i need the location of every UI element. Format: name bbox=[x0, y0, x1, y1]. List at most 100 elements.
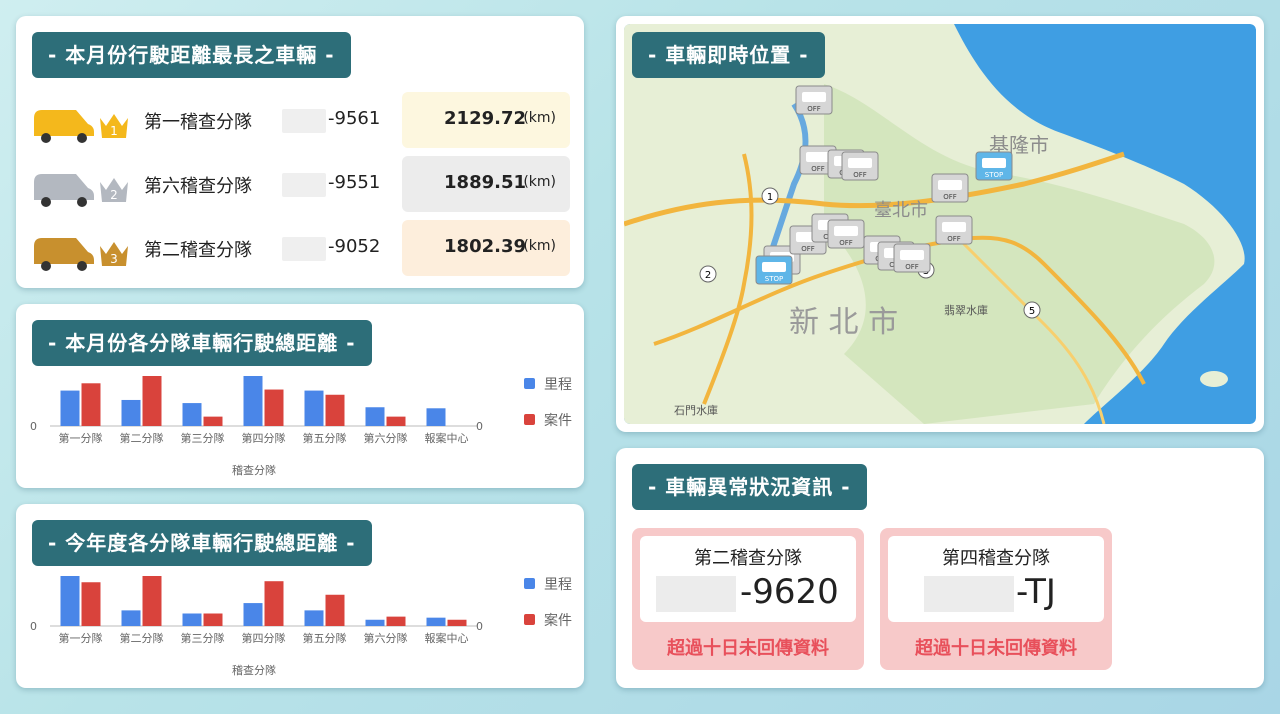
alert-message: 超過十日未回傳資料 bbox=[667, 638, 829, 659]
legend-label: 里程 bbox=[544, 377, 572, 393]
x-tick-label: 第五分隊 bbox=[303, 631, 347, 645]
team-name: 第二稽查分隊 bbox=[144, 240, 252, 261]
bar-mileage[interactable] bbox=[60, 576, 80, 626]
bar-cases[interactable] bbox=[203, 416, 223, 426]
alert-inner: 第二稽查分隊 -9620 bbox=[640, 536, 856, 622]
svg-text:STOP: STOP bbox=[985, 171, 1003, 179]
x-tick-label: 第六分隊 bbox=[364, 631, 408, 645]
monthly-bar-chart: 0 0 第一分隊 第二分隊 第三分隊 第四分隊 第五分隊 第六分隊 報案中心稽查分隊 里程案件 bbox=[30, 376, 572, 477]
legend-label: 案件 bbox=[544, 412, 572, 429]
vehicle-off-marker[interactable]: OFF bbox=[935, 215, 973, 245]
vehicle-off-marker[interactable]: OFF bbox=[827, 219, 865, 249]
bar-cases[interactable] bbox=[447, 619, 467, 626]
distance-value: 1802.39 bbox=[444, 236, 526, 257]
alerts-card: - 車輛異常狀況資訊 - 第二稽查分隊 -9620 超過十日未回傳資料 第四稽查… bbox=[616, 448, 1264, 688]
bar-cases[interactable] bbox=[81, 383, 101, 426]
map-card: 基隆市 臺北市 新 北 市 翡翠水庫 石門水庫 1 2 3 5 OFFOFFOF… bbox=[616, 16, 1264, 432]
plate-number: -9551 bbox=[328, 172, 381, 193]
rank-row[interactable]: 1 第一稽查分隊 -9561 2129.72 (km) bbox=[16, 92, 586, 148]
road-shield-2: 2 bbox=[699, 265, 717, 283]
distance-box: 1802.39 (km) bbox=[402, 220, 570, 276]
bar-mileage[interactable] bbox=[426, 617, 446, 626]
vehicle-stop-marker[interactable]: STOP bbox=[755, 255, 793, 285]
map-label-shimen: 石門水庫 bbox=[674, 403, 718, 417]
bar-mileage[interactable] bbox=[60, 390, 80, 426]
x-tick-label: 第三分隊 bbox=[181, 431, 225, 445]
vehicle-map[interactable]: 基隆市 臺北市 新 北 市 翡翠水庫 石門水庫 1 2 3 5 OFFOFFOF… bbox=[624, 24, 1256, 424]
bar-mileage[interactable] bbox=[182, 403, 202, 426]
x-tick-label: 第五分隊 bbox=[303, 431, 347, 445]
alert-plate: -9620 bbox=[740, 572, 839, 612]
legend-swatch bbox=[524, 578, 535, 589]
plate-mask bbox=[924, 576, 1014, 612]
x-tick-label: 第六分隊 bbox=[364, 431, 408, 445]
alerts-title: - 車輛異常狀況資訊 - bbox=[632, 464, 867, 510]
bar-cases[interactable] bbox=[325, 394, 345, 426]
plate-mask bbox=[656, 576, 736, 612]
bar-cases[interactable] bbox=[264, 389, 284, 426]
team-name: 第六稽查分隊 bbox=[144, 176, 252, 197]
svg-text:1: 1 bbox=[767, 192, 773, 203]
legend-label: 案件 bbox=[544, 612, 572, 629]
distance-unit: (km) bbox=[523, 174, 556, 190]
svg-text:1: 1 bbox=[110, 124, 118, 138]
svg-text:OFF: OFF bbox=[811, 165, 825, 173]
distance-box: 1889.51 (km) bbox=[402, 156, 570, 212]
legend-swatch bbox=[524, 378, 535, 389]
svg-text:OFF: OFF bbox=[839, 239, 853, 247]
map-label-feitsui: 翡翠水庫 bbox=[944, 303, 988, 317]
vehicle-stop-marker[interactable]: STOP bbox=[975, 151, 1013, 181]
bar-cases[interactable] bbox=[203, 613, 223, 627]
bar-cases[interactable] bbox=[325, 594, 345, 626]
alert-team: 第四稽查分隊 bbox=[942, 548, 1050, 569]
road-shield-5: 5 bbox=[1023, 301, 1041, 319]
plate-mask bbox=[282, 237, 326, 261]
bar-mileage[interactable] bbox=[243, 376, 263, 426]
x-tick-label: 第二分隊 bbox=[120, 631, 164, 645]
alert-card[interactable]: 第四稽查分隊 -TJ 超過十日未回傳資料 bbox=[880, 528, 1112, 670]
map-label-newtaipei: 新 北 市 bbox=[789, 305, 898, 340]
x-tick-label: 第四分隊 bbox=[242, 431, 286, 445]
svg-text:OFF: OFF bbox=[905, 263, 919, 271]
bar-mileage[interactable] bbox=[243, 603, 263, 626]
bar-mileage[interactable] bbox=[121, 610, 141, 626]
vehicle-off-marker[interactable]: OFF bbox=[893, 243, 931, 273]
van-crown-icon: 3 bbox=[34, 238, 128, 271]
map-title: - 車輛即時位置 - bbox=[632, 32, 825, 78]
map-island bbox=[1200, 371, 1228, 387]
road-shield-1: 1 bbox=[761, 187, 779, 205]
bar-mileage[interactable] bbox=[426, 408, 446, 426]
bar-cases[interactable] bbox=[264, 581, 284, 626]
x-tick-label: 第三分隊 bbox=[181, 631, 225, 645]
top-vehicles-card: - 本月份行駛距離最長之車輛 - 1 第一稽查分隊 -9561 2129.72 (km)… bbox=[16, 16, 584, 288]
bar-mileage[interactable] bbox=[182, 613, 202, 627]
bar-cases[interactable] bbox=[386, 416, 406, 426]
alert-plate: -TJ bbox=[1016, 572, 1056, 612]
alert-card[interactable]: 第二稽查分隊 -9620 超過十日未回傳資料 bbox=[632, 528, 864, 670]
rank-row[interactable]: 2 第六稽查分隊 -9551 1889.51 (km) bbox=[16, 156, 586, 212]
bar-cases[interactable] bbox=[142, 376, 162, 426]
svg-text:OFF: OFF bbox=[853, 171, 867, 179]
yearly-bar-chart: 0 0 第一分隊 第二分隊 第三分隊 第四分隊 第五分隊 第六分隊 報案中心稽查分隊 里程案件 bbox=[30, 576, 572, 677]
x-axis-label: 稽查分隊 bbox=[232, 663, 276, 677]
bar-cases[interactable] bbox=[142, 576, 162, 626]
bar-mileage[interactable] bbox=[304, 610, 324, 626]
svg-text:3: 3 bbox=[110, 252, 118, 266]
bar-cases[interactable] bbox=[386, 616, 406, 626]
alert-inner: 第四稽查分隊 -TJ bbox=[888, 536, 1104, 622]
vehicle-off-marker[interactable]: OFF bbox=[841, 151, 879, 181]
rank-row[interactable]: 3 第二稽查分隊 -9052 1802.39 (km) bbox=[16, 220, 586, 276]
bar-mileage[interactable] bbox=[121, 399, 141, 426]
van-crown-icon: 2 bbox=[34, 174, 128, 207]
vehicle-off-marker[interactable]: OFF bbox=[795, 85, 833, 115]
bar-cases[interactable] bbox=[81, 582, 101, 626]
distance-unit: (km) bbox=[523, 238, 556, 254]
vehicle-off-marker[interactable]: OFF bbox=[931, 173, 969, 203]
bar-mileage[interactable] bbox=[365, 407, 385, 426]
svg-text:2: 2 bbox=[110, 188, 118, 202]
bar-mileage[interactable] bbox=[365, 619, 385, 626]
plate-number: -9052 bbox=[328, 236, 381, 257]
svg-text:5: 5 bbox=[1029, 306, 1035, 317]
bar-mileage[interactable] bbox=[304, 390, 324, 426]
alert-message: 超過十日未回傳資料 bbox=[915, 638, 1077, 659]
